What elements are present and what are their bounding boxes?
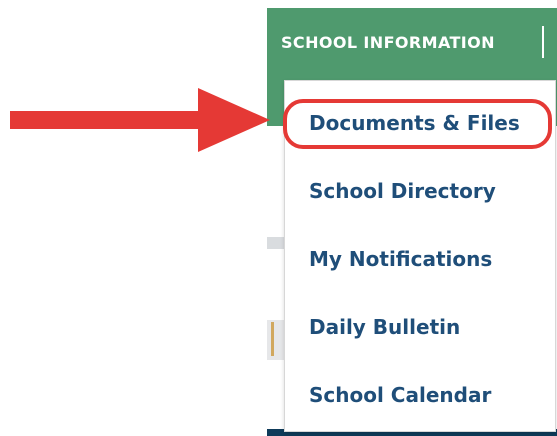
arrow-head xyxy=(198,88,270,152)
arrow-shaft xyxy=(10,111,206,129)
right-arrow-icon xyxy=(10,88,270,152)
